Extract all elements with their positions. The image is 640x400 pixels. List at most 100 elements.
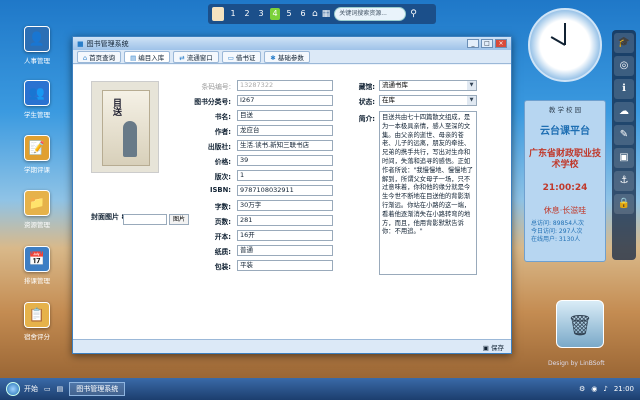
desktop-icon-label: 人事管理: [24, 57, 50, 65]
price-label: 价格:: [214, 158, 231, 166]
price-field[interactable]: 39: [237, 155, 333, 166]
page-4[interactable]: 4: [270, 8, 280, 20]
settings-icon[interactable]: ⚙: [579, 385, 585, 393]
search-icon[interactable]: ⚲: [410, 9, 417, 19]
save-bar: ▣ 保存: [73, 339, 511, 353]
desktop-icon-hr[interactable]: 👤 人事管理: [14, 26, 60, 65]
taskbar-item-library[interactable]: 图书管理系统: [69, 382, 126, 396]
start-button[interactable]: 开始: [6, 382, 38, 396]
cover-path-input[interactable]: [123, 214, 167, 225]
network-icon[interactable]: ◉: [591, 385, 597, 393]
palette-icon[interactable]: ✎: [614, 125, 634, 145]
clipboard-icon: 📋: [24, 302, 50, 328]
users-icon: 👥: [24, 80, 50, 106]
class-label: 图书分类号:: [194, 98, 231, 106]
title-field[interactable]: 目送: [237, 110, 333, 121]
tab-base-params[interactable]: ✱ 基础参数: [264, 51, 310, 63]
right-dock: 🎓 ◎ ℹ ☁ ✎ ▣ ⚓ 🔒: [612, 30, 636, 260]
tab-circulation[interactable]: ⇄ 流通窗口: [173, 51, 219, 63]
maximize-icon[interactable]: □: [481, 39, 493, 48]
home-icon[interactable]: ⌂: [312, 9, 318, 19]
desktop-icon-schedule[interactable]: 📅 排课管理: [14, 246, 60, 285]
intro-label: 简介:: [358, 115, 375, 123]
isbn-field[interactable]: 9787108032911: [237, 185, 333, 196]
hat-icon[interactable]: 🎓: [614, 33, 634, 53]
class-field[interactable]: I267: [237, 95, 333, 106]
format-field[interactable]: 16开: [237, 230, 333, 241]
gear-icon: ✱: [270, 54, 276, 62]
minimize-icon[interactable]: _: [467, 39, 479, 48]
author-field[interactable]: 龙应台: [237, 125, 333, 136]
desktop-icon-students[interactable]: 👥 学生管理: [14, 80, 60, 119]
analog-clock: [528, 8, 602, 82]
tab-home-query[interactable]: ⌂ 首页查询: [77, 51, 122, 63]
paper-field[interactable]: 普通: [237, 245, 333, 256]
person-icon: 👤: [24, 26, 50, 52]
paper-label: 纸质:: [214, 248, 231, 256]
pages-field[interactable]: 281: [237, 215, 333, 226]
isbn-label: ISBN:: [209, 186, 231, 194]
cover-upload-button[interactable]: 图片: [169, 214, 189, 225]
pages-label: 页数:: [214, 218, 231, 226]
catalog-form: 目送 封面图片 80x100: 图片 条码编号: 13287322 图书分类号:…: [73, 65, 511, 339]
location-select[interactable]: 流通书库 ▼: [379, 80, 477, 91]
weather-icon[interactable]: ☁: [614, 102, 634, 122]
window-title: 图书管理系统: [86, 39, 129, 48]
disk-icon: ▣: [482, 344, 489, 352]
window-icon[interactable]: ▣: [614, 148, 634, 168]
desktop-icon-label: 排课管理: [24, 277, 50, 285]
location-label: 藏馆:: [358, 83, 375, 91]
intro-textarea[interactable]: 目送共由七十四篇散文组成，是为一本极具亲情，感人至深的文集。由父亲的逝世、母亲的…: [379, 111, 477, 275]
page-5[interactable]: 5: [284, 8, 294, 20]
barcode-field[interactable]: 13287322: [237, 80, 333, 91]
calendar-icon: 📅: [24, 246, 50, 272]
book-icon: ▤: [130, 54, 137, 62]
campus-widget: 教 学 校 园 云台课平台 广东省财政职业技术学校 21:00:24 休息·长滋…: [524, 100, 606, 262]
desktop-icon-resources[interactable]: 📁 资源管理: [14, 190, 60, 229]
window-titlebar[interactable]: ■ 图书管理系统 _ □ ×: [73, 37, 511, 50]
desktop-icon-dorm[interactable]: 📋 宿舍评分: [14, 302, 60, 341]
close-icon[interactable]: ×: [495, 39, 507, 48]
volume-icon[interactable]: ♪: [603, 385, 607, 393]
save-button[interactable]: ▣ 保存: [480, 341, 507, 353]
desktop-icon-label: 学生管理: [24, 111, 50, 119]
campus-platform-name: 云台课平台: [540, 126, 590, 137]
status-label: 状态:: [358, 98, 375, 106]
swap-icon: ⇄: [179, 54, 185, 62]
binding-label: 包装:: [214, 263, 231, 271]
system-tray: ⚙ ◉ ♪ 21:00: [579, 385, 634, 393]
page-3[interactable]: 3: [256, 8, 266, 20]
status-select[interactable]: 在库 ▼: [379, 95, 477, 106]
slogan: 休息·长滋哇: [543, 206, 587, 215]
lock-icon[interactable]: 🔒: [614, 194, 634, 214]
tab-library-card[interactable]: ▭ 借书证: [221, 51, 262, 63]
school-name: 广东省财政职业技术学校: [528, 149, 601, 170]
desktop-icon-evaluation[interactable]: 📝 学期评课: [14, 135, 60, 174]
user-avatar-icon[interactable]: [212, 7, 224, 21]
tab-catalog[interactable]: ▤ 编目入库: [124, 51, 171, 63]
desktop-icon[interactable]: ▭: [44, 385, 51, 393]
grid-icon[interactable]: ▦: [322, 9, 331, 19]
home-icon: ⌂: [83, 54, 88, 62]
words-field[interactable]: 30万字: [237, 200, 333, 211]
app-icon: ■: [77, 39, 84, 48]
publisher-field[interactable]: 生活.读书.新知三联书店: [237, 140, 333, 151]
words-label: 字数:: [214, 203, 231, 211]
tab-bar: ⌂ 首页查询 ▤ 编目入库 ⇄ 流通窗口 ▭ 借书证 ✱ 基础参数: [73, 50, 511, 64]
globe-icon[interactable]: ◎: [614, 56, 634, 76]
edition-field[interactable]: 1: [237, 170, 333, 181]
digital-clock: 21:00:24: [542, 183, 588, 193]
page-1[interactable]: 1: [228, 8, 238, 20]
search-input[interactable]: 关键词搜索资源...: [334, 7, 407, 21]
folder-icon[interactable]: ▤: [57, 385, 64, 393]
author-label: 作者:: [214, 128, 231, 136]
chevron-down-icon: ▼: [467, 81, 476, 90]
info-icon[interactable]: ℹ: [614, 79, 634, 99]
binding-field[interactable]: 平装: [237, 260, 333, 271]
card-icon: ▭: [227, 54, 234, 62]
trash-icon[interactable]: 🗑: [556, 300, 604, 348]
page-6[interactable]: 6: [298, 8, 308, 20]
desktop-icon-label: 宿舍评分: [24, 333, 50, 341]
anchor-icon[interactable]: ⚓: [614, 171, 634, 191]
page-2[interactable]: 2: [242, 8, 252, 20]
